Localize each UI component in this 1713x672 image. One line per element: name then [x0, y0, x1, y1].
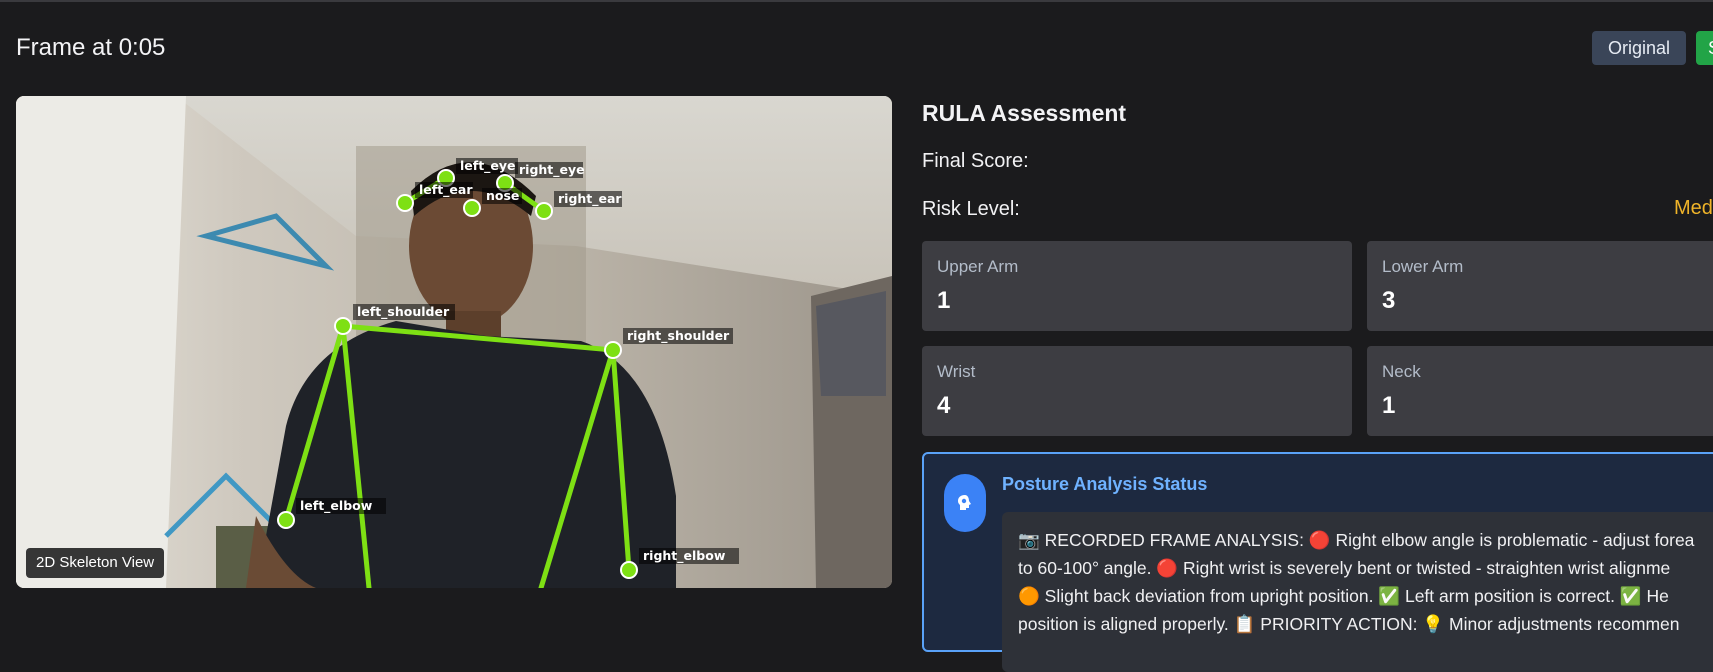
view-mode-badge: 2D Skeleton View — [26, 548, 165, 578]
lower-arm-card: Lower Arm 3 — [1367, 241, 1713, 331]
lower-arm-score: 3 — [1382, 287, 1396, 314]
rula-panel: RULA Assessment Final Score: Risk Level:… — [922, 96, 1713, 672]
final-score-label: Final Score: — [922, 150, 1029, 172]
right-elbow-label: right_elbow — [643, 548, 726, 564]
status-line-1: 📷 RECORDED FRAME ANALYSIS: 🔴 Right elbow… — [1018, 530, 1695, 550]
left-ear-label: left_ear — [419, 182, 473, 198]
posture-status-message: 📷 RECORDED FRAME ANALYSIS: 🔴 Right elbow… — [1002, 512, 1713, 672]
upper-arm-card: Upper Arm 1 — [922, 241, 1352, 331]
brain-icon — [944, 474, 986, 532]
left-shoulder-label: left_shoulder — [357, 304, 450, 320]
original-view-button[interactable]: Original — [1592, 31, 1687, 65]
right-elbow-point — [620, 561, 638, 579]
neck-score: 1 — [1382, 392, 1396, 419]
left-shoulder-point — [334, 317, 352, 335]
risk-level-value: Med — [1674, 197, 1713, 219]
right-ear-label: right_ear — [558, 191, 622, 207]
skeleton-view-button[interactable]: S — [1696, 31, 1713, 65]
rula-title: RULA Assessment — [922, 100, 1127, 126]
upper-arm-label: Upper Arm — [937, 257, 1019, 276]
video-frame: left_eye right_eye left_ear nose right_e… — [16, 96, 892, 588]
right-ear-point — [535, 202, 553, 220]
posture-status-title: Posture Analysis Status — [1002, 474, 1208, 494]
right-shoulder-label: right_shoulder — [627, 328, 730, 344]
right-eye-label: right_eye — [519, 162, 585, 178]
nose-point — [463, 199, 481, 217]
neck-label: Neck — [1382, 362, 1421, 381]
status-line-3: 🟠 Slight back deviation from upright pos… — [1018, 586, 1669, 606]
left-ear-point — [396, 194, 414, 212]
right-shoulder-point — [604, 341, 622, 359]
posture-status-panel: Posture Analysis Status 📷 RECORDED FRAME… — [922, 452, 1713, 672]
risk-level-label: Risk Level: — [922, 198, 1020, 220]
status-line-4: position is aligned properly. 📋 PRIORITY… — [1018, 614, 1680, 634]
nose-label: nose — [486, 188, 519, 203]
wrist-card: Wrist 4 — [922, 346, 1352, 436]
wrist-label: Wrist — [937, 362, 976, 381]
neck-card: Neck 1 — [1367, 346, 1713, 436]
skeleton-overlay: left_eye right_eye left_ear nose right_e… — [16, 96, 892, 588]
lower-arm-label: Lower Arm — [1382, 257, 1464, 276]
top-divider — [0, 0, 1713, 2]
frame-title: Frame at 0:05 — [16, 34, 166, 61]
posture-status-text: 📷 RECORDED FRAME ANALYSIS: 🔴 Right elbow… — [1018, 526, 1713, 638]
left-elbow-label: left_elbow — [300, 498, 373, 514]
left-eye-label: left_eye — [460, 158, 516, 174]
shelf-item — [816, 291, 886, 396]
left-wall — [16, 96, 186, 588]
left-elbow-point — [277, 511, 295, 529]
wrist-score: 4 — [937, 392, 951, 419]
brain-icon-glyph — [958, 495, 971, 510]
status-line-2: to 60-100° angle. 🔴 Right wrist is sever… — [1018, 558, 1671, 578]
upper-arm-score: 1 — [937, 287, 951, 314]
